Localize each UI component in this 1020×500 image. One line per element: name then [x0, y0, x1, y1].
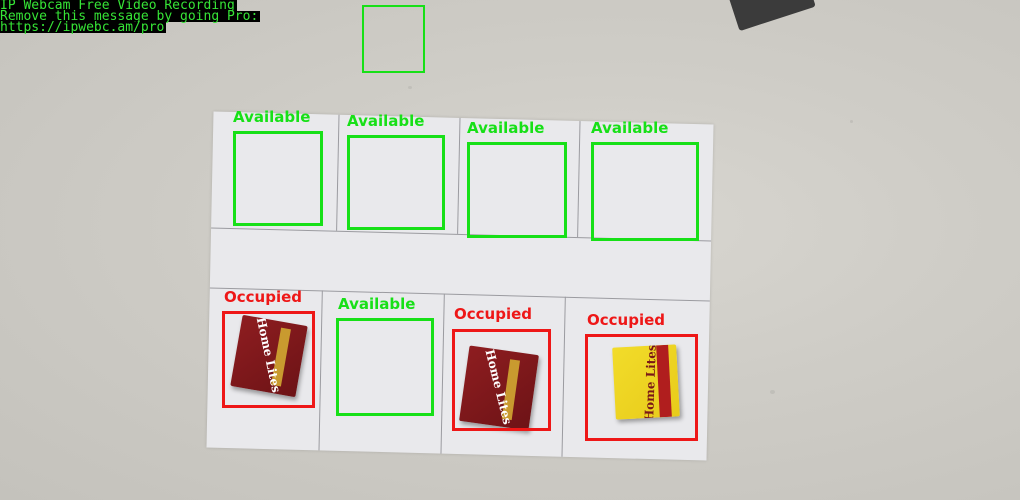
floor-speck	[770, 390, 775, 394]
slot-8-status: Occupied	[587, 311, 666, 329]
floor-speck	[850, 120, 853, 123]
slot-7	[452, 329, 551, 431]
reference-box	[362, 5, 425, 73]
watermark: IP Webcam Free Video Recording Remove th…	[0, 0, 261, 35]
grid-line	[336, 114, 340, 231]
slot-4-status: Available	[591, 119, 669, 137]
grid-line	[318, 290, 323, 451]
camera-feed: Home Lites Home Lites Home Lites Availab…	[0, 0, 1020, 500]
slot-5	[222, 311, 315, 408]
slot-5-status: Occupied	[224, 288, 303, 306]
slot-4	[591, 142, 699, 241]
slot-6	[336, 318, 434, 416]
corner-object	[724, 0, 816, 32]
grid-line	[440, 293, 445, 454]
slot-1-status: Available	[233, 108, 311, 126]
grid-line	[577, 121, 581, 238]
slot-3-status: Available	[467, 119, 545, 137]
floor-speck	[408, 86, 412, 89]
grid-line	[457, 117, 461, 234]
slot-2-status: Available	[347, 112, 425, 130]
slot-8	[585, 334, 698, 441]
watermark-line-3: https://ipwebc.am/pro	[0, 20, 167, 35]
slot-2	[347, 135, 445, 230]
slot-1	[233, 131, 323, 226]
slot-7-status: Occupied	[454, 305, 533, 323]
slot-3	[467, 142, 567, 238]
slot-6-status: Available	[338, 295, 416, 313]
grid-line	[561, 296, 566, 457]
